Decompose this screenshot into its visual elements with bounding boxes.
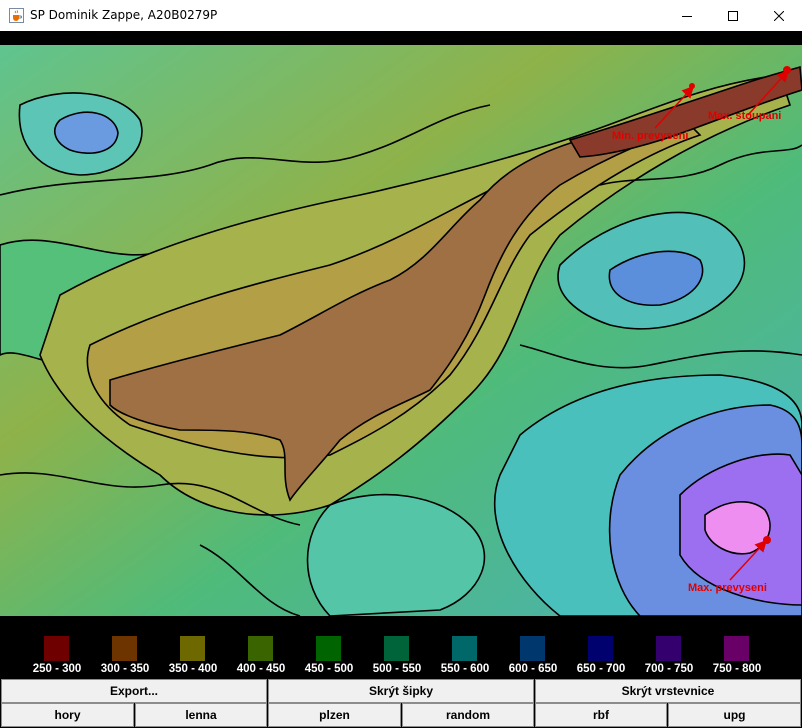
dataset-button-hory[interactable]: hory	[1, 703, 134, 727]
legend-item: 350 - 400	[162, 636, 224, 678]
min-elevation-marker	[689, 83, 695, 89]
terrain-map[interactable]: Max. stoupani Min. prevyseni Max. prevys…	[0, 45, 802, 616]
legend-swatch	[452, 636, 477, 661]
toggle-contours-label: Skrýt vrstevnice	[621, 684, 715, 698]
minimize-button[interactable]	[664, 0, 710, 31]
legend-label: 350 - 400	[168, 663, 218, 675]
toggle-arrows-button[interactable]: Skrýt šipky	[268, 679, 534, 703]
legend-swatch	[384, 636, 409, 661]
legend-swatch	[248, 636, 273, 661]
legend-label: 550 - 600	[440, 663, 490, 675]
window-titlebar: SP Dominik Zappe, A20B0279P	[0, 0, 802, 31]
dataset-button-label: rbf	[593, 708, 609, 722]
export-button[interactable]: Export...	[1, 679, 267, 703]
legend-label: 400 - 450	[236, 663, 286, 675]
minimize-icon	[682, 15, 692, 17]
legend-label: 300 - 350	[100, 663, 150, 675]
maximize-button[interactable]	[710, 0, 756, 31]
dataset-button-label: plzen	[319, 708, 350, 722]
dataset-button-label: lenna	[185, 708, 217, 722]
legend-swatch	[724, 636, 749, 661]
window-title: SP Dominik Zappe, A20B0279P	[30, 8, 218, 22]
legend-swatch	[588, 636, 613, 661]
min-elevation-label: Min. prevyseni	[612, 130, 688, 142]
max-elevation-marker	[763, 536, 771, 544]
elevation-legend: 250 - 300 300 - 350 350 - 400 400 - 450 …	[0, 616, 802, 678]
toggle-contours-button[interactable]: Skrýt vrstevnice	[535, 679, 801, 703]
close-icon	[774, 10, 784, 21]
max-slope-label: Max. stoupani	[708, 110, 781, 122]
legend-item: 750 - 800	[706, 636, 768, 678]
legend-swatch	[112, 636, 137, 661]
legend-label: 750 - 800	[712, 663, 762, 675]
max-elevation-label: Max. prevyseni	[688, 582, 767, 594]
legend-label: 600 - 650	[508, 663, 558, 675]
legend-swatch	[656, 636, 681, 661]
maximize-icon	[728, 10, 738, 21]
legend-swatch	[180, 636, 205, 661]
legend-label: 450 - 500	[304, 663, 354, 675]
legend-item: 600 - 650	[502, 636, 564, 678]
legend-item: 650 - 700	[570, 636, 632, 678]
java-cup-icon	[9, 8, 24, 23]
dataset-button-random[interactable]: random	[402, 703, 534, 727]
legend-item: 450 - 500	[298, 636, 360, 678]
legend-item: 700 - 750	[638, 636, 700, 678]
legend-item: 550 - 600	[434, 636, 496, 678]
legend-swatch	[316, 636, 341, 661]
dataset-button-plzen[interactable]: plzen	[268, 703, 401, 727]
legend-item: 300 - 350	[94, 636, 156, 678]
dataset-button-label: random	[445, 708, 490, 722]
dataset-button-label: hory	[54, 708, 81, 722]
dataset-button-rbf[interactable]: rbf	[535, 703, 667, 727]
legend-label: 250 - 300	[32, 663, 82, 675]
close-button[interactable]	[756, 0, 802, 31]
max-slope-marker	[783, 66, 791, 74]
legend-label: 650 - 700	[576, 663, 626, 675]
legend-item: 250 - 300	[26, 636, 88, 678]
dataset-button-label: upg	[723, 708, 746, 722]
toggle-arrows-label: Skrýt šipky	[368, 684, 434, 698]
legend-label: 700 - 750	[644, 663, 694, 675]
dataset-button-lenna[interactable]: lenna	[135, 703, 267, 727]
dataset-button-upg[interactable]: upg	[668, 703, 801, 727]
export-button-label: Export...	[109, 684, 158, 698]
legend-label: 500 - 550	[372, 663, 422, 675]
legend-swatch	[44, 636, 69, 661]
legend-item: 400 - 450	[230, 636, 292, 678]
legend-swatch	[520, 636, 545, 661]
legend-item: 500 - 550	[366, 636, 428, 678]
blue-region-nw	[54, 111, 119, 154]
